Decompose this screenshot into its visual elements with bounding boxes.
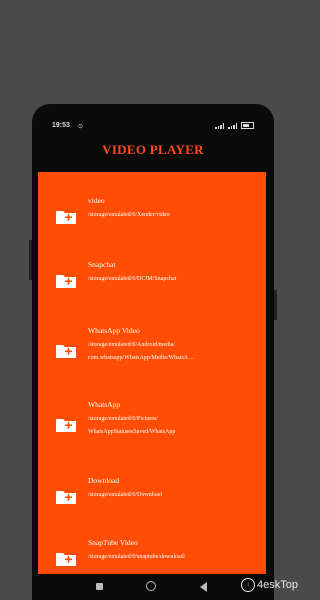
folder-item[interactable]: WhatsApp/storage/emulated/0/Pictures/Wha…: [38, 398, 266, 454]
home-button[interactable]: [146, 581, 156, 591]
folder-add-icon: [56, 345, 76, 358]
battery-icon: [241, 122, 254, 129]
folder-add-icon: [56, 491, 76, 504]
watermark-logo-icon: ↓: [241, 578, 256, 592]
back-button[interactable]: [200, 582, 207, 592]
watermark: ↓ 4eskTop: [241, 578, 298, 592]
status-bar: 19:53 ⊙: [32, 104, 274, 134]
folder-add-icon: [56, 419, 76, 432]
watermark-text: 4eskTop: [257, 579, 298, 591]
signal-icon: [228, 122, 237, 129]
folder-add-icon: [56, 553, 76, 566]
folder-item[interactable]: Download/storage/emulated/0/Download: [38, 474, 266, 530]
status-time: 19:53: [52, 122, 70, 129]
folder-path: /storage/emulated/0/Download: [88, 492, 162, 498]
folder-name: Download: [88, 476, 120, 485]
navigation-bar: [32, 574, 274, 600]
folder-list[interactable]: video/storage/emulated/0/Xender/video Sna…: [38, 172, 266, 574]
folder-path: /storage/emulated/0/Xender/video: [88, 212, 170, 218]
folder-item[interactable]: video/storage/emulated/0/Xender/video: [38, 194, 266, 250]
folder-add-icon: [56, 211, 76, 224]
folder-name: WhatsApp Video: [88, 326, 140, 335]
folder-name: video: [88, 196, 105, 205]
folder-path: /storage/emulated/0/snaptube/download/: [88, 554, 186, 560]
folder-path: WhatsAppStatusesSaved/WhatsApp: [88, 429, 176, 435]
folder-path: /storage/emulated/0/Pictures/: [88, 416, 158, 422]
folder-path: /storage/emulated/0/Android/media/: [88, 342, 175, 348]
folder-item[interactable]: Snapchat/storage/emulated/0/DCIM/Snapcha…: [38, 258, 266, 314]
recents-button[interactable]: [96, 583, 103, 590]
status-icons: [215, 122, 254, 129]
app-title: VIDEO PLAYER: [102, 142, 204, 157]
folder-name: Snapchat: [88, 260, 116, 269]
status-extra-icon: ⊙: [78, 124, 84, 130]
phone-frame: 19:53 ⊙ VIDEO PLAYER video/storage/emula…: [32, 104, 274, 600]
folder-name: SnapTube Video: [88, 538, 138, 547]
folder-item[interactable]: SnapTube Video/storage/emulated/0/snaptu…: [38, 536, 266, 574]
signal-icon: [215, 122, 224, 129]
folder-path: com.whatsapp/WhatsApp/Media/WhatsA…: [88, 355, 195, 361]
phone-side-button: [274, 290, 277, 320]
folder-path: /storage/emulated/0/DCIM/Snapchat: [88, 276, 177, 282]
folder-add-icon: [56, 275, 76, 288]
folder-name: WhatsApp: [88, 400, 121, 409]
folder-item[interactable]: WhatsApp Video/storage/emulated/0/Androi…: [38, 324, 266, 380]
